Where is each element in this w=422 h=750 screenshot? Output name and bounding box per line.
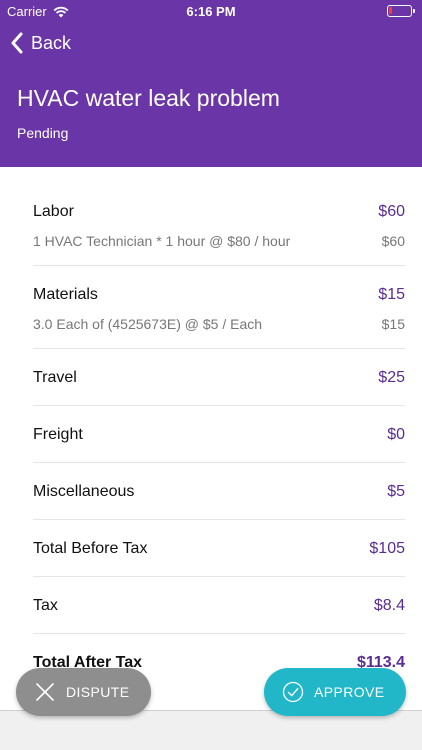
row-detail-value: $15 (381, 316, 405, 332)
bottom-bar (0, 710, 422, 750)
close-icon (36, 683, 54, 701)
row-label: Labor (33, 203, 74, 220)
status-time: 6:16 PM (186, 4, 236, 19)
row-value: $8.4 (373, 597, 405, 614)
row-label: Tax (33, 597, 58, 614)
back-label: Back (31, 32, 72, 53)
cost-breakdown: Labor $60 1 HVAC Technician * 1 hour @ $… (0, 167, 422, 710)
row-detail: 1 HVAC Technician * 1 hour @ $80 / hour (33, 233, 291, 249)
row-value: $25 (378, 369, 405, 386)
row-value: $105 (369, 540, 405, 557)
cost-row-materials: Materials $15 3.0 Each of (4525673E) @ $… (33, 266, 405, 349)
row-label: Miscellaneous (33, 483, 135, 500)
row-label: Freight (33, 426, 83, 443)
chevron-left-icon (11, 32, 23, 54)
cost-row-labor: Labor $60 1 HVAC Technician * 1 hour @ $… (33, 167, 405, 266)
row-value: $0 (387, 426, 405, 443)
cost-row-travel: Travel $25 (33, 349, 405, 406)
header: Back HVAC water leak problem Pending (0, 22, 422, 167)
row-value: $60 (378, 203, 405, 220)
approve-label: APPROVE (314, 684, 385, 700)
cost-row-miscellaneous: Miscellaneous $5 (33, 463, 405, 520)
row-value: $5 (387, 483, 405, 500)
status-label: Pending (17, 125, 69, 141)
dispute-button[interactable]: DISPUTE (16, 668, 151, 716)
cost-row-freight: Freight $0 (33, 406, 405, 463)
row-label: Total Before Tax (33, 540, 148, 557)
row-label: Materials (33, 286, 98, 303)
back-button[interactable]: Back (10, 32, 71, 54)
row-detail: 3.0 Each of (4525673E) @ $5 / Each (33, 316, 263, 332)
row-value: $15 (378, 286, 405, 303)
page-title: HVAC water leak problem (17, 85, 280, 111)
status-bar: Carrier 6:16 PM (0, 0, 422, 22)
approve-button[interactable]: APPROVE (264, 668, 406, 716)
dispute-label: DISPUTE (66, 684, 130, 700)
cost-row-total-before-tax: Total Before Tax $105 (33, 520, 405, 577)
row-label: Travel (33, 369, 77, 386)
row-detail-value: $60 (381, 233, 405, 249)
cost-row-tax: Tax $8.4 (33, 577, 405, 634)
check-circle-icon (282, 681, 304, 703)
battery-icon (387, 5, 415, 17)
cost-rows: Labor $60 1 HVAC Technician * 1 hour @ $… (0, 167, 422, 691)
